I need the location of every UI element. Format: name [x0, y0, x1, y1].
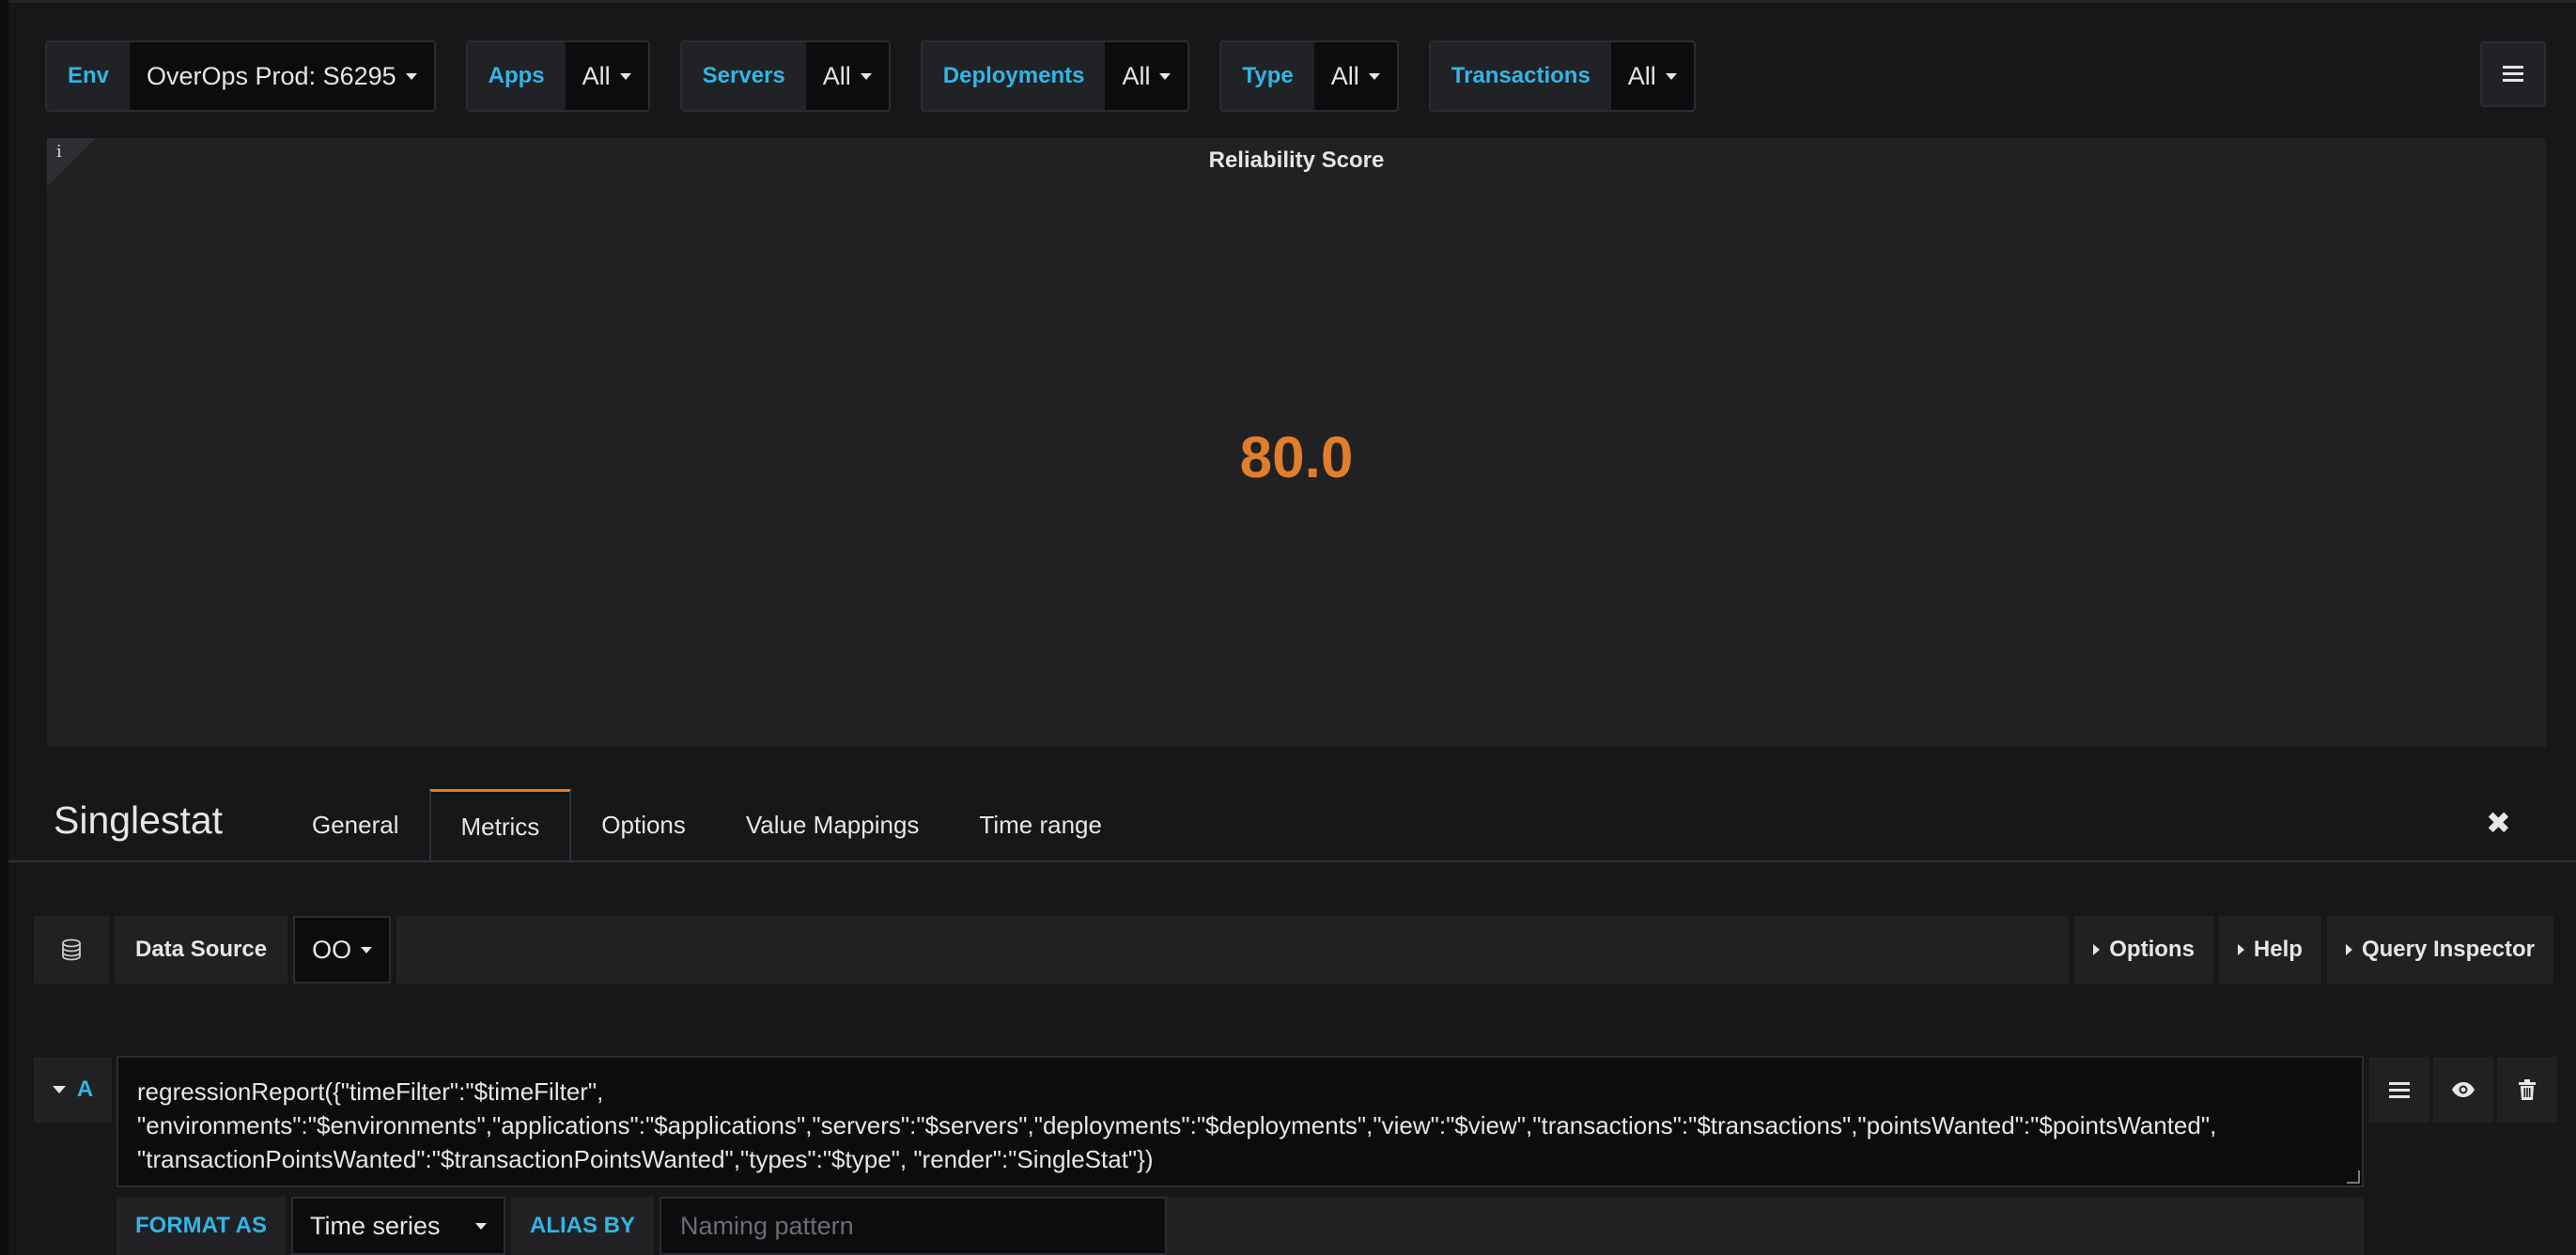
collapse-icon [52, 1086, 66, 1093]
caret-right-icon [2093, 944, 2101, 955]
tab-options[interactable]: Options [571, 789, 716, 860]
variable-deployments-dropdown[interactable]: All [1105, 42, 1188, 110]
format-row-spacer [1160, 1197, 2364, 1255]
top-border [0, 0, 2576, 3]
datasource-label: Data Source [115, 916, 288, 984]
datasource-spacer [396, 916, 2070, 984]
caret-down-icon [860, 72, 872, 80]
tab-general[interactable]: General [282, 789, 429, 860]
variable-env: Env OverOps Prod: S6295 [45, 40, 436, 112]
variable-apps: Apps All [465, 40, 650, 112]
format-as-label: FORMAT AS [116, 1197, 286, 1255]
tab-metrics[interactable]: Metrics [428, 789, 572, 862]
variable-label: Transactions [1430, 42, 1611, 110]
variable-label: Type [1221, 42, 1314, 110]
eye-icon [2452, 1082, 2475, 1097]
caret-right-icon [2237, 944, 2244, 955]
variable-servers-dropdown[interactable]: All [805, 42, 889, 110]
format-row: FORMAT AS Time series ALIAS BY Naming pa… [116, 1197, 1172, 1255]
variable-label: Deployments [922, 42, 1106, 110]
variable-label: Apps [467, 42, 566, 110]
help-button[interactable]: Help [2218, 916, 2321, 984]
close-icon[interactable]: ✖ [2486, 805, 2511, 841]
options-label: Options [2109, 937, 2195, 962]
tab-time-range[interactable]: Time range [949, 789, 1132, 860]
editor-tabs: General Metrics Options Value Mappings T… [282, 789, 1132, 862]
variable-label: Env [47, 42, 131, 110]
dashboard-menu-button[interactable] [2480, 41, 2546, 107]
variable-deployments: Deployments All [920, 40, 1190, 112]
variable-transactions: Transactions All [1428, 40, 1696, 112]
toggle-visibility-button[interactable] [2433, 1057, 2493, 1123]
caret-down-icon [1368, 72, 1380, 80]
options-button[interactable]: Options [2074, 916, 2213, 984]
help-label: Help [2253, 937, 2303, 962]
query-inspector-label: Query Inspector [2361, 937, 2535, 962]
sidebar-strip [0, 0, 8, 1255]
tab-divider [8, 860, 2576, 862]
variable-servers: Servers All [679, 40, 891, 112]
query-ref-id: A [76, 1077, 94, 1102]
query-inspector-button[interactable]: Query Inspector [2326, 916, 2553, 984]
caret-down-icon [361, 946, 373, 953]
variable-value: All [1122, 61, 1151, 90]
datasource-row: Data Source OO Options Help Query Inspec… [34, 916, 2553, 984]
query-actions [2369, 1057, 2561, 1123]
editor-panel-type: Singlestat [54, 798, 224, 842]
variable-apps-dropdown[interactable]: All [565, 42, 648, 110]
variable-type: Type All [1219, 40, 1399, 112]
caret-right-icon [2345, 944, 2352, 955]
singlestat-panel: i Reliability Score 80.0 [47, 138, 2546, 747]
variable-label: Servers [681, 42, 806, 110]
stat-value: 80.0 [1239, 426, 1354, 490]
hamburger-icon [2503, 66, 2523, 83]
template-variables-bar: Env OverOps Prod: S6295 Apps All Servers… [45, 40, 1726, 112]
trash-icon [2519, 1079, 2536, 1100]
variable-value: All [1627, 61, 1656, 90]
variable-type-dropdown[interactable]: All [1313, 42, 1397, 110]
query-row-toggle[interactable]: A [34, 1057, 112, 1123]
query-editor[interactable]: regressionReport({"timeFilter":"$timeFil… [116, 1056, 2364, 1187]
variable-value: OverOps Prod: S6295 [147, 61, 396, 90]
caret-down-icon [474, 1222, 487, 1230]
caret-down-icon [619, 72, 631, 80]
tab-value-mappings[interactable]: Value Mappings [716, 789, 950, 860]
variable-value: All [582, 61, 611, 90]
variable-value: All [1330, 61, 1359, 90]
format-as-select[interactable]: Time series [290, 1197, 505, 1255]
datasource-value: OO [312, 935, 352, 964]
format-as-value: Time series [309, 1211, 441, 1240]
variable-env-dropdown[interactable]: OverOps Prod: S6295 [130, 42, 434, 110]
caret-down-icon [1159, 72, 1172, 80]
database-icon [34, 916, 109, 984]
hamburger-icon [2389, 1082, 2410, 1098]
variable-value: All [822, 61, 851, 90]
delete-query-button[interactable] [2497, 1057, 2557, 1123]
alias-by-input[interactable]: Naming pattern [660, 1197, 1167, 1255]
alias-by-label: ALIAS BY [510, 1197, 654, 1255]
caret-down-icon [1665, 72, 1677, 80]
query-menu-button[interactable] [2369, 1057, 2429, 1123]
datasource-select[interactable]: OO [293, 916, 392, 984]
caret-down-icon [405, 72, 417, 80]
panel-title[interactable]: Reliability Score [47, 147, 2546, 174]
variable-transactions-dropdown[interactable]: All [1610, 42, 1694, 110]
